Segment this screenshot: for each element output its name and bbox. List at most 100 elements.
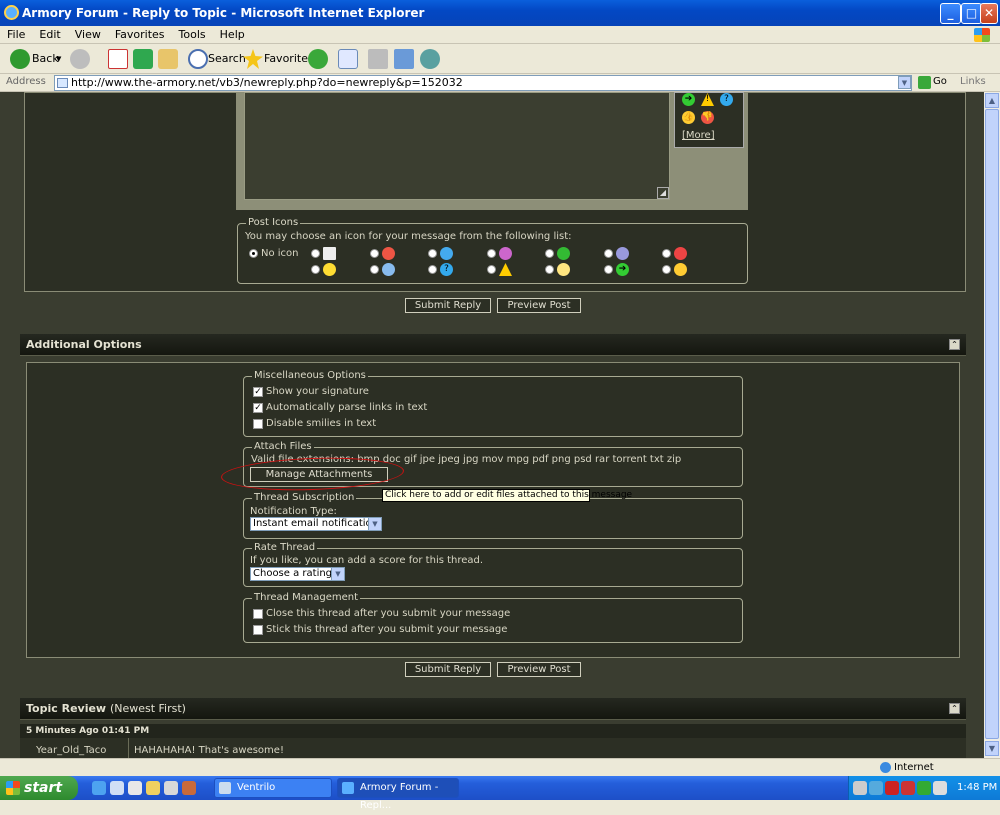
taskbar-armory-forum[interactable]: Armory Forum - Repl... (337, 778, 459, 811)
taskbar-ventrilo-label: Ventrilo (237, 782, 276, 793)
tray-icon[interactable] (917, 781, 931, 795)
menu-view[interactable]: View (68, 26, 108, 43)
close-thread-checkbox[interactable] (253, 609, 263, 619)
start-button[interactable]: start (0, 776, 78, 800)
address-input[interactable]: http://www.the-armory.net/vb3/newreply.p… (54, 75, 912, 91)
forward-arrow-icon[interactable] (70, 49, 90, 69)
post-icon-grin-icon (557, 247, 570, 260)
post-icon-radio[interactable] (487, 265, 496, 274)
tray-icon[interactable] (885, 781, 899, 795)
print-icon[interactable] (368, 49, 388, 69)
parse-links-label: Automatically parse links in text (266, 402, 428, 413)
menu-file[interactable]: File (0, 26, 32, 43)
back-arrow-icon[interactable] (10, 49, 30, 69)
menu-tools[interactable]: Tools (172, 26, 213, 43)
scroll-down-icon[interactable]: ▼ (985, 741, 999, 756)
submit-reply-button[interactable]: Submit Reply (405, 298, 491, 313)
post-icon-lightbulb-icon (557, 263, 570, 276)
scroll-up-icon[interactable]: ▲ (985, 93, 999, 108)
menu-bar: File Edit View Favorites Tools Help (0, 26, 1000, 44)
message-textarea[interactable] (244, 92, 670, 200)
quicklaunch-icon[interactable] (182, 781, 196, 795)
rating-select[interactable]: Choose a rating ▼ (250, 567, 345, 581)
stick-thread-checkbox[interactable] (253, 625, 263, 635)
post-icon-radio[interactable] (370, 249, 379, 258)
close-thread-label: Close this thread after you submit your … (266, 608, 511, 619)
edit-icon[interactable] (394, 49, 414, 69)
scroll-thumb[interactable] (985, 109, 999, 739)
menu-favorites[interactable]: Favorites (108, 26, 172, 43)
post-icon-radio[interactable] (604, 265, 613, 274)
notification-type-select[interactable]: Instant email notification ▼ (250, 517, 382, 531)
post-icon-radio[interactable] (545, 265, 554, 274)
maximize-button[interactable]: □ (961, 3, 982, 24)
taskbar-ventrilo[interactable]: Ventrilo (214, 778, 332, 798)
manage-attachments-tooltip: Click here to add or edit files attached… (382, 489, 632, 502)
notification-type-value: Instant email notification (253, 518, 378, 529)
preview-post-button-2[interactable]: Preview Post (497, 662, 581, 677)
smilie-question-icon[interactable]: ? (720, 93, 733, 106)
thread-management-legend: Thread Management (252, 592, 361, 603)
go-arrow-icon[interactable] (918, 76, 931, 89)
disable-smilies-checkbox[interactable] (253, 419, 263, 429)
address-dropdown-icon[interactable]: ▼ (898, 76, 911, 89)
post-icon-radio-none[interactable] (249, 249, 258, 258)
quicklaunch-icon[interactable] (146, 781, 160, 795)
more-smilies-link[interactable]: [More] (682, 130, 715, 141)
back-dropdown-icon[interactable]: ▼ (56, 48, 61, 70)
home-icon[interactable] (158, 49, 178, 69)
post-icon-radio[interactable] (428, 249, 437, 258)
windows-flag-icon (6, 781, 20, 795)
minimize-button[interactable]: _ (940, 3, 961, 24)
messenger-icon[interactable] (420, 49, 440, 69)
smilie-thumbsup-icon[interactable]: 👍 (682, 111, 695, 124)
post-icon-radio[interactable] (428, 265, 437, 274)
additional-options-title: Additional Options (26, 338, 142, 351)
post-icon-radio[interactable] (604, 249, 613, 258)
post-icon-radio[interactable] (311, 249, 320, 258)
post-icon-radio[interactable] (487, 249, 496, 258)
preview-post-button[interactable]: Preview Post (497, 298, 581, 313)
search-icon[interactable] (188, 49, 208, 69)
smilie-thumbsdown-icon[interactable]: 👎 (701, 111, 714, 124)
search-button[interactable]: Search (208, 48, 246, 70)
mail-icon[interactable] (338, 49, 358, 69)
smilie-arrow-icon[interactable]: ➔ (682, 93, 695, 106)
vertical-scrollbar[interactable]: ▲ ▼ (984, 92, 1000, 758)
quicklaunch-ie-icon[interactable] (92, 781, 106, 795)
system-tray: 1:48 PM (848, 776, 1000, 800)
quicklaunch-icon[interactable] (164, 781, 178, 795)
post-icon-radio[interactable] (662, 265, 671, 274)
review-author[interactable]: Year_Old_Taco (36, 745, 106, 756)
links-button[interactable]: Links (960, 76, 986, 87)
go-button[interactable]: Go (933, 76, 947, 87)
tray-icon[interactable] (933, 781, 947, 795)
internet-zone-icon (880, 762, 891, 773)
resize-handle-icon[interactable]: ◢ (657, 187, 669, 199)
back-button[interactable]: Back (32, 48, 59, 70)
menu-edit[interactable]: Edit (32, 26, 67, 43)
signature-checkbox[interactable]: ✓ (253, 387, 263, 397)
post-icons-legend: Post Icons (246, 217, 301, 228)
post-icon-radio[interactable] (545, 249, 554, 258)
stop-icon[interactable] (108, 49, 128, 69)
menu-help[interactable]: Help (213, 26, 252, 43)
tray-icon[interactable] (853, 781, 867, 795)
quicklaunch-desktop-icon[interactable] (110, 781, 124, 795)
post-icon-radio[interactable] (311, 265, 320, 274)
refresh-icon[interactable] (133, 49, 153, 69)
submit-reply-button-2[interactable]: Submit Reply (405, 662, 491, 677)
close-button[interactable]: ✕ (980, 3, 998, 24)
history-icon[interactable] (308, 49, 328, 69)
collapse-icon[interactable]: ⌃ (949, 703, 960, 714)
favorites-star-icon[interactable] (243, 49, 263, 69)
favorites-button[interactable]: Favorites (264, 48, 314, 70)
tray-icon[interactable] (869, 781, 883, 795)
post-icon-radio[interactable] (370, 265, 379, 274)
clock[interactable]: 1:48 PM (957, 782, 997, 793)
tray-ati-icon[interactable] (901, 781, 915, 795)
parse-links-checkbox[interactable]: ✓ (253, 403, 263, 413)
collapse-icon[interactable]: ⌃ (949, 339, 960, 350)
post-icon-radio[interactable] (662, 249, 671, 258)
quicklaunch-icon[interactable] (128, 781, 142, 795)
